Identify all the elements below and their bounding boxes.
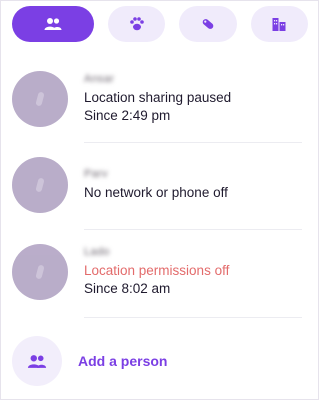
divider (84, 317, 302, 318)
tab-places[interactable] (250, 6, 309, 42)
tab-people[interactable] (12, 6, 95, 42)
person-name: Ansar (84, 73, 115, 85)
tab-items[interactable] (179, 6, 237, 42)
person-status: Location sharing paused (84, 90, 232, 105)
person-status-time: Since 8:02 am (84, 281, 171, 296)
person-name: Lado (84, 246, 110, 258)
person-status-time: Since 2:49 pm (84, 108, 171, 123)
building-icon (272, 18, 286, 31)
avatar (12, 157, 68, 213)
person-row[interactable]: Lado Location permissions off Since 8:02… (12, 244, 302, 300)
add-person-label: Add a person (78, 353, 168, 369)
add-person-button[interactable]: Add a person (12, 336, 302, 386)
tag-icon (202, 19, 214, 29)
people-icon (27, 354, 47, 368)
avatar (12, 71, 68, 127)
person-row[interactable]: Parv No network or phone off (12, 157, 302, 213)
person-status: Location permissions off (84, 263, 230, 278)
divider (84, 142, 302, 143)
person-status: No network or phone off (84, 185, 228, 200)
paw-icon (129, 17, 144, 31)
category-tabs (12, 6, 309, 44)
add-person-icon-circle (12, 336, 62, 386)
people-icon (44, 18, 62, 30)
tab-pets[interactable] (108, 6, 166, 42)
person-name: Parv (84, 168, 108, 180)
avatar (12, 244, 68, 300)
person-row[interactable]: Ansar Location sharing paused Since 2:49… (12, 71, 302, 127)
divider (84, 229, 302, 230)
